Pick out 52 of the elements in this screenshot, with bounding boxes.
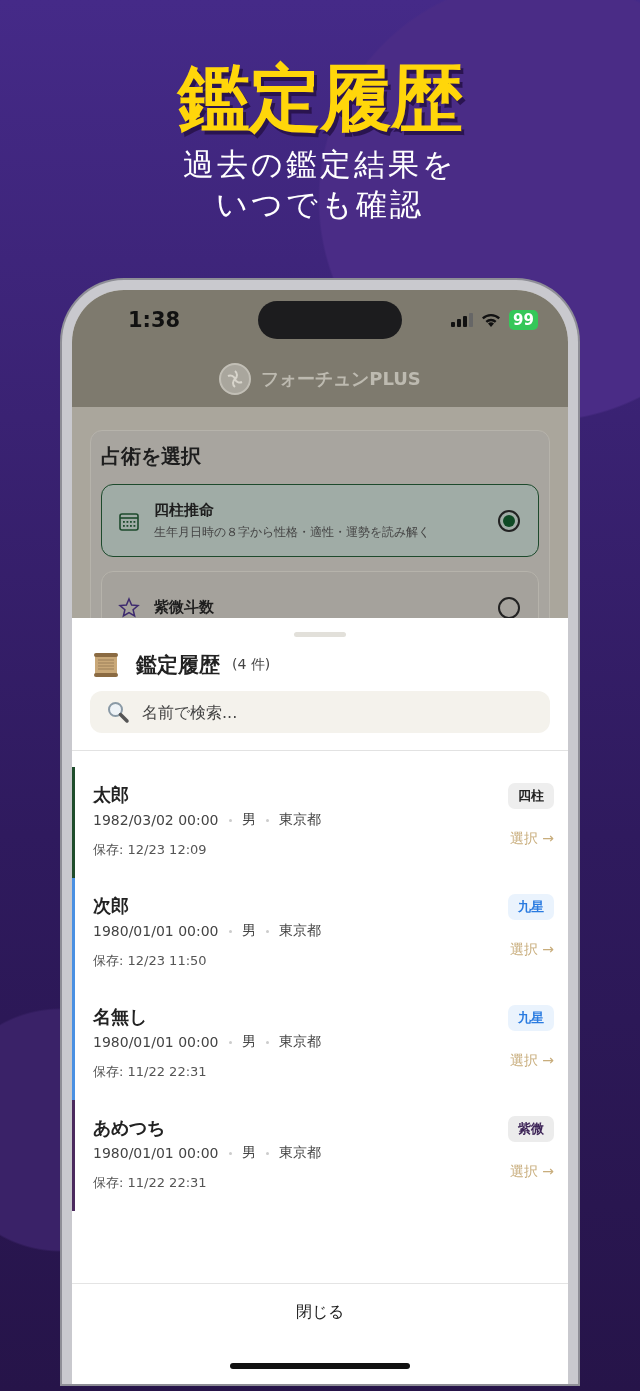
gender: 男 — [241, 1033, 256, 1051]
birthplace: 東京都 — [278, 1144, 321, 1162]
close-button[interactable]: 閉じる — [256, 1286, 384, 1339]
wifi-icon — [481, 313, 502, 327]
birthplace: 東京都 — [278, 1033, 321, 1051]
gender: 男 — [241, 1144, 256, 1162]
battery-indicator: 99 — [509, 310, 538, 330]
method-name: 紫微斗数 — [154, 598, 215, 617]
logo-icon — [219, 362, 252, 395]
history-record[interactable]: 太郎 1982/03/02 00:00 男 東京都 保存: 12/23 12:09 四柱 選択 → — [72, 767, 568, 878]
subtitle: 過去の鑑定結果を — [183, 145, 457, 184]
method-name: 四柱推命 — [154, 500, 215, 520]
gender: 男 — [241, 922, 256, 940]
sheet-handle[interactable] — [294, 632, 346, 637]
gender: 男 — [241, 811, 256, 829]
birthplace: 東京都 — [278, 922, 321, 940]
scroll-icon — [92, 651, 120, 679]
record-name: 太郎 — [93, 783, 130, 807]
signal-icon — [451, 313, 474, 327]
search-icon — [106, 700, 130, 724]
birth-datetime: 1980/01/01 00:00 — [93, 1145, 219, 1161]
saved-time: 保存: 11/22 22:31 — [93, 1063, 208, 1081]
status-time: 1:38 — [128, 308, 181, 332]
birth-datetime: 1980/01/01 00:00 — [93, 923, 219, 939]
search-field[interactable]: 名前で検索... — [90, 691, 550, 733]
saved-time: 保存: 12/23 12:09 — [93, 841, 208, 859]
history-record[interactable]: あめつち 1980/01/01 00:00 男 東京都 保存: 11/22 22:31 紫微 選択 → — [72, 1100, 568, 1211]
subtitle: いつでも確認 — [216, 185, 424, 224]
method-option[interactable]: 四柱推命 生年月日時の８字から性格・適性・運勢を読み解く — [101, 484, 539, 557]
record-name: 名無し — [93, 1005, 148, 1029]
method-tag: 九星 — [508, 894, 554, 920]
saved-time: 保存: 12/23 11:50 — [93, 952, 208, 970]
saved-time: 保存: 11/22 22:31 — [93, 1174, 208, 1192]
headline: 鑑定履歴 — [178, 56, 462, 140]
method-tag: 九星 — [508, 1005, 554, 1031]
radio-button[interactable] — [498, 509, 520, 532]
history-record[interactable]: 名無し 1980/01/01 00:00 男 東京都 保存: 11/22 22:31 九星 選択 → — [72, 989, 568, 1100]
sheet-title: 鑑定履歴 — [136, 652, 220, 679]
record-name: あめつち — [93, 1116, 166, 1140]
star-icon — [118, 596, 140, 618]
method-option[interactable]: 紫微斗数 — [101, 571, 539, 618]
record-count: (4 件) — [232, 656, 271, 674]
app-title: フォーチュンPLUS — [261, 366, 421, 391]
method-tag: 四柱 — [508, 783, 554, 809]
birth-datetime: 1982/03/02 00:00 — [93, 812, 219, 828]
method-description: 生年月日時の８字から性格・適性・運勢を読み解く — [154, 523, 431, 541]
birth-datetime: 1980/01/01 00:00 — [93, 1034, 219, 1050]
birthplace: 東京都 — [278, 811, 321, 829]
method-tag: 紫微 — [508, 1116, 554, 1142]
card-title: 占術を選択 — [101, 443, 202, 470]
history-record[interactable]: 次郎 1980/01/01 00:00 男 東京都 保存: 12/23 11:50 九星 選択 → — [72, 878, 568, 989]
record-name: 次郎 — [93, 894, 130, 918]
